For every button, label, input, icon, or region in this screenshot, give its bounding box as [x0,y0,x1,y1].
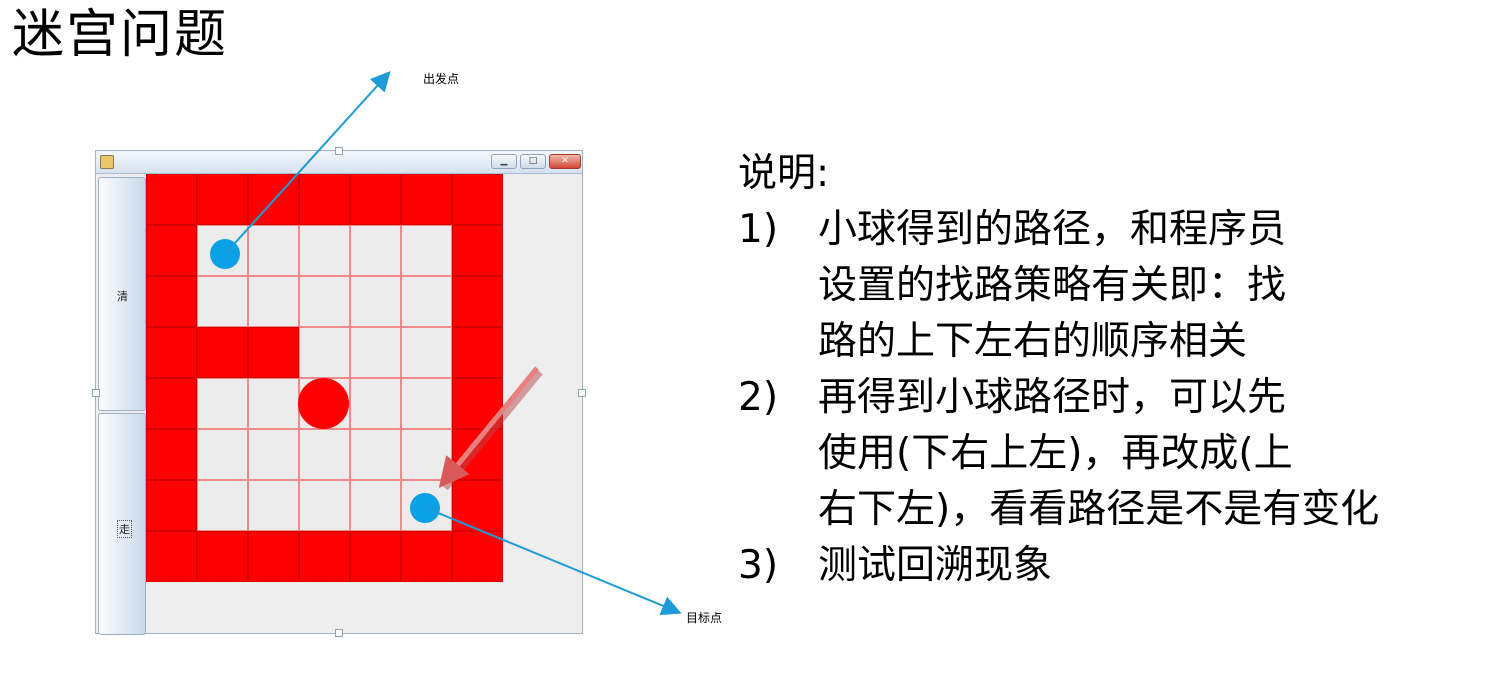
explanation-heading: 说明: [738,151,830,196]
pointer-arrow-shadow [442,369,543,491]
explanation-item-number: 2) [738,375,779,420]
explanation-list: 1) 小球得到的路径，和程序员 设置的找路策略有关即：找 路的上下左右的顺序相关 2) 再… [738,202,1379,594]
explanation-item-line: 右下左)，看看路径是不是有变化 [818,487,1380,532]
explanation-panel: 说明: 1) 小球得到的路径，和程序员 设置的找路策略有关即：找 路的上下左右的顺序相… [738,146,1379,594]
explanation-item-line: 再得到小球路径时，可以先 [818,375,1287,420]
explanation-item: 3) 测试回溯现象 [738,538,1379,594]
start-callout-arrow [224,71,391,255]
goal-callout-arrow [425,507,682,616]
explanation-item-line: 设置的找路策略有关即：找 [818,263,1287,308]
explanation-item-line: 测试回溯现象 [818,543,1053,588]
explanation-item-line: 路的上下左右的顺序相关 [818,319,1248,364]
explanation-item: 2) 再得到小球路径时，可以先 使用(下右上左)，再改成(上右下左)，看看路径是不是… [738,370,1379,538]
explanation-item-line: 使用(下右上左)，再改成(上 [818,431,1293,476]
explanation-item-number: 1) [738,207,779,252]
pointer-arrow [438,366,539,488]
explanation-item-line: 小球得到的路径，和程序员 [818,207,1287,252]
explanation-item-number: 3) [738,543,779,588]
explanation-item: 1) 小球得到的路径，和程序员 设置的找路策略有关即：找 路的上下左右的顺序相关 [738,202,1379,370]
